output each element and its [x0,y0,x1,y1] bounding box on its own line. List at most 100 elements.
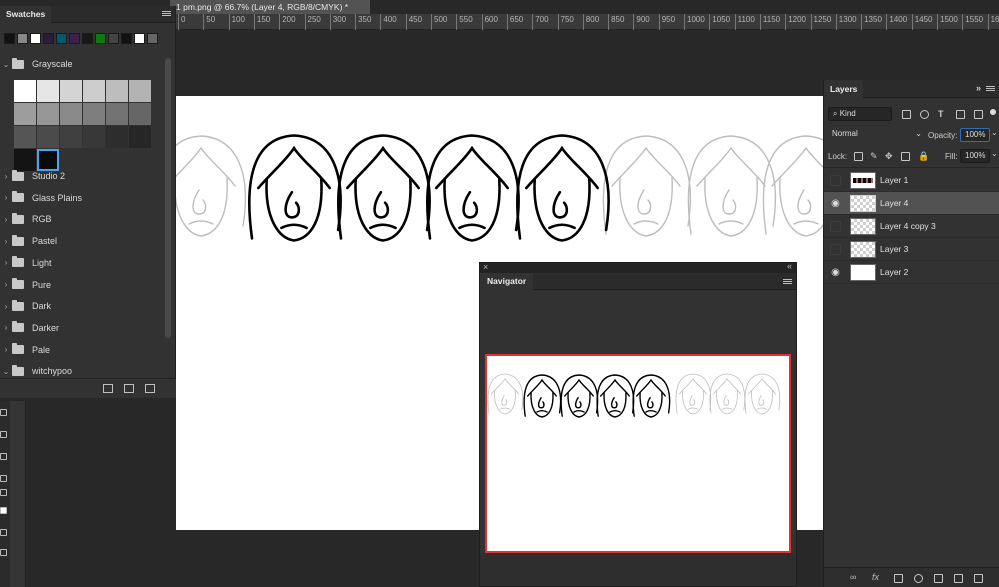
chevron-right-icon[interactable]: › [0,193,12,202]
swatch-group[interactable]: › Dark [0,296,164,316]
opacity-field[interactable]: 100% [960,128,990,142]
pen-icon[interactable] [0,489,7,496]
chevron-right-icon[interactable]: › [0,215,12,224]
new-group-icon[interactable] [934,574,943,583]
grayscale-swatch[interactable] [14,126,36,148]
swatch[interactable] [82,33,93,44]
collapse-panel-icon[interactable]: » [976,83,981,93]
layer-row[interactable]: ◉ Layer 2 [824,261,999,284]
adjustment-filter-icon[interactable] [920,110,929,119]
close-icon[interactable]: × [483,262,488,272]
lock-transparent-icon[interactable] [854,152,863,161]
layer-row[interactable]: Layer 3 [824,238,999,261]
chevron-right-icon[interactable]: › [0,323,12,332]
navigator-titlebar[interactable]: × « [480,261,796,273]
eye-hidden-icon[interactable] [830,221,841,232]
chevron-right-icon[interactable]: › [0,237,12,246]
swatch-group-grayscale[interactable]: ⌄ Grayscale [0,54,164,74]
add-mask-icon[interactable] [894,574,903,583]
navigator-panel-menu-icon[interactable] [783,277,792,286]
eye-icon[interactable]: ◉ [830,267,841,278]
lock-move-icon[interactable]: ✥ [885,152,894,161]
grayscale-swatch[interactable] [83,126,105,148]
new-adjustment-icon[interactable] [914,574,923,583]
blend-mode-select[interactable]: Normal ⌄ [828,128,924,142]
fill-field[interactable]: 100% [960,149,990,163]
swatch[interactable] [121,33,132,44]
trash-icon[interactable] [145,384,155,393]
lock-brush-icon[interactable]: ✎ [870,152,879,161]
layer-row[interactable]: ◉ Layer 4 [824,192,999,215]
grayscale-swatch[interactable] [129,126,151,148]
navigator-preview[interactable] [485,354,791,553]
chevron-right-icon[interactable]: › [0,172,12,181]
grayscale-swatch[interactable] [14,80,36,102]
grayscale-swatch[interactable] [37,80,59,102]
layer-row[interactable]: Layer 4 copy 3 [824,215,999,238]
filter-toggle-icon[interactable] [990,109,996,115]
swatch[interactable] [56,33,67,44]
swatch-group[interactable]: › Glass Plains [0,188,164,208]
new-swatch-icon[interactable] [124,384,134,393]
swatch-group[interactable]: › Pastel [0,231,164,251]
swatch[interactable] [147,33,158,44]
chevron-down-icon[interactable]: ⌄ [0,60,12,69]
chevron-right-icon[interactable]: › [0,302,12,311]
grayscale-swatch[interactable] [60,126,82,148]
grayscale-swatch[interactable] [14,103,36,125]
swatches-tab[interactable]: Swatches [0,6,52,23]
chevron-right-icon[interactable]: › [0,345,12,354]
swatch-group[interactable]: › Light [0,253,164,273]
swatch[interactable] [17,33,28,44]
grayscale-swatch[interactable] [106,126,128,148]
grayscale-swatch[interactable] [106,80,128,102]
new-group-icon[interactable] [103,384,113,393]
brush-icon[interactable] [0,453,7,460]
eye-hidden-icon[interactable] [830,244,841,255]
swatch-group[interactable]: › RGB [0,209,164,229]
fx-icon[interactable]: fx [872,572,879,582]
chevron-right-icon[interactable]: › [0,280,12,289]
grayscale-swatch[interactable] [129,103,151,125]
swatch[interactable] [95,33,106,44]
crop-icon[interactable] [0,431,7,438]
eye-icon[interactable]: ◉ [830,198,841,209]
swatch-group[interactable]: › Studio 2 [0,166,164,186]
document-tab[interactable]: 1 pm.png @ 66.7% (Layer 4, RGB/8/CMYK) * [170,0,370,14]
delete-layer-icon[interactable] [974,574,983,583]
swatch[interactable] [4,33,15,44]
layer-row[interactable]: Layer 1 [824,169,999,192]
grayscale-swatch[interactable] [83,103,105,125]
grayscale-swatch[interactable] [129,80,151,102]
eye-hidden-icon[interactable] [830,175,841,186]
grayscale-swatch[interactable] [37,103,59,125]
lock-artboard-icon[interactable] [901,152,910,161]
filter-kind-select[interactable]: ⌕ Kind [828,107,892,121]
swatch[interactable] [43,33,54,44]
link-icon[interactable]: ∞ [850,572,856,582]
collapse-panel-icon[interactable]: « [787,261,792,271]
panel-menu-icon[interactable] [162,9,171,18]
swatch-group[interactable]: › Darker [0,318,164,338]
swatch[interactable] [69,33,80,44]
swatch-group[interactable]: › Pale [0,340,164,360]
grayscale-swatch[interactable] [60,80,82,102]
chevron-down-icon[interactable]: ⌄ [0,367,12,376]
swatch-group[interactable]: › Pure [0,275,164,295]
grayscale-swatch[interactable] [83,80,105,102]
foreground-color-icon[interactable] [0,507,7,514]
quick-mask-icon[interactable] [0,529,7,536]
swatches-scrollbar[interactable] [165,58,171,338]
layers-tab[interactable]: Layers [824,80,864,98]
new-layer-icon[interactable] [954,574,963,583]
swatch[interactable] [30,33,41,44]
swatch[interactable] [134,33,145,44]
chevron-right-icon[interactable]: › [0,258,12,267]
lasso-icon[interactable] [0,409,7,416]
layers-panel-menu-icon[interactable] [986,84,995,93]
navigator-tab[interactable]: Navigator [480,273,534,290]
swatch[interactable] [108,33,119,44]
pixel-filter-icon[interactable] [902,110,911,119]
chevron-down-icon[interactable]: ⌄ [991,128,998,137]
screen-mode-icon[interactable] [0,549,7,556]
